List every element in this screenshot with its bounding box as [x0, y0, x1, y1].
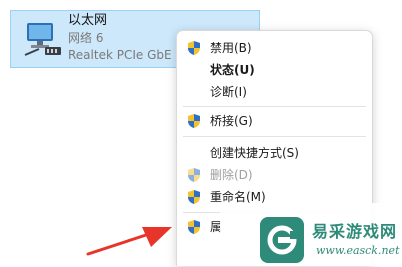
menu-item-label: 桥接(G): [210, 114, 253, 128]
menu-item-create-shortcut[interactable]: 创建快捷方式(S): [177, 142, 372, 164]
menu-item-label: 诊断(I): [210, 85, 247, 99]
watermark-url: www.easck.net: [316, 244, 400, 257]
uac-shield-icon: [187, 40, 201, 56]
menu-item-disable[interactable]: 禁用(B): [177, 37, 372, 59]
site-watermark: 易采游戏网 www.easck.net: [220, 203, 402, 266]
menu-item-bridge[interactable]: 桥接(G): [177, 110, 372, 132]
adapter-name: 以太网: [68, 13, 108, 28]
menu-item-label: 状态(U): [210, 63, 255, 77]
menu-item-delete[interactable]: 删除(D): [177, 164, 372, 186]
uac-shield-icon: [187, 189, 201, 205]
network-computer-icon: [21, 21, 65, 61]
menu-item-label: 删除(D): [210, 168, 253, 182]
uac-shield-icon: [187, 113, 201, 129]
annotation-arrow-icon: [86, 227, 172, 256]
menu-item-diagnose[interactable]: 诊断(I): [177, 81, 372, 103]
watermark-title: 易采游戏网: [312, 222, 398, 241]
uac-shield-icon: [187, 167, 201, 183]
uac-shield-icon: [187, 219, 201, 235]
menu-separator: [183, 136, 366, 137]
menu-item-label: 禁用(B): [210, 41, 252, 55]
watermark-logo-icon: [260, 217, 304, 263]
menu-separator: [183, 106, 366, 107]
menu-item-status[interactable]: 状态(U): [177, 59, 372, 81]
menu-item-label: 创建快捷方式(S): [210, 146, 299, 160]
